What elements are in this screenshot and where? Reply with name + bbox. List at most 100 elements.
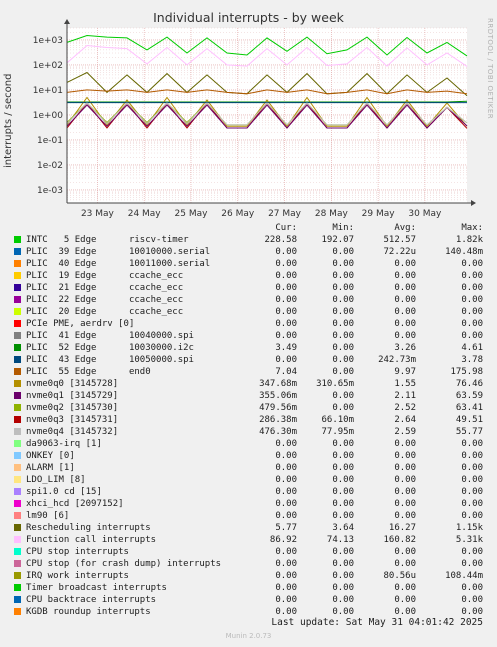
legend-min: 77.95m (321, 427, 354, 437)
legend-min: 74.13 (326, 535, 354, 545)
legend-swatch (14, 308, 21, 315)
legend-name: xhci_hcd [2097152] (26, 499, 124, 509)
legend-avg: 0.00 (394, 559, 416, 569)
legend-cur: 0.00 (275, 511, 297, 521)
legend-name: nvme0q1 [3145729] (26, 391, 119, 401)
legend-avg: 0.00 (394, 499, 416, 509)
legend-max: 0.00 (461, 475, 483, 485)
legend-min: 0.00 (332, 271, 354, 281)
legend-cur: 476.30m (259, 427, 297, 437)
legend-avg: 0.00 (394, 307, 416, 317)
legend-header-cur: Cur: (275, 223, 297, 233)
legend-cur: 0.00 (275, 463, 297, 473)
legend-swatch (14, 524, 21, 531)
legend-header-min: Min: (332, 223, 354, 233)
y-tick-label: 1e+02 (33, 61, 63, 71)
legend-avg: 0.00 (394, 295, 416, 305)
legend-min: 0.00 (332, 355, 354, 365)
legend-max: 0.00 (461, 307, 483, 317)
legend-cur: 0.00 (275, 571, 297, 581)
legend-name: nvme0q0 [3145728] (26, 379, 119, 389)
legend-swatch (14, 344, 21, 351)
legend-avg: 9.97 (394, 367, 416, 377)
legend-avg: 16.27 (388, 523, 416, 533)
legend-cur: 0.00 (275, 307, 297, 317)
legend-cur: 355.06m (259, 391, 297, 401)
legend-min: 0.00 (332, 247, 354, 257)
legend-min: 66.10m (321, 415, 354, 425)
legend-max: 4.61 (461, 343, 483, 353)
legend-name: PLIC 55 Edge end0 (26, 367, 151, 377)
legend-swatch (14, 536, 21, 543)
legend-min: 0.00 (332, 547, 354, 557)
legend-name: CPU stop (for crash dump) interrupts (26, 559, 222, 569)
legend-row: PLIC 43 Edge 10050000.spi 0.00 0.00 242.73m… (12, 354, 492, 366)
legend-swatch (14, 272, 21, 279)
legend-avg: 0.00 (394, 583, 416, 593)
legend-name: PLIC 41 Edge 10040000.spi (26, 331, 194, 341)
legend-row: nvme0q1 [3145729] 355.06m 0.00 2.11 63.59 (12, 390, 492, 402)
x-tick-label: 24 May (128, 209, 162, 219)
legend-cur: 86.92 (269, 535, 297, 545)
legend-row: IRQ work interrupts 0.00 0.00 80.56u 108.44m (12, 570, 492, 582)
legend-min: 310.65m (316, 379, 354, 389)
legend-min: 0.00 (332, 391, 354, 401)
y-tick-label: 1e-01 (37, 136, 63, 146)
legend-avg: 160.82 (383, 535, 416, 545)
legend-swatch (14, 236, 21, 243)
legend-min: 0.00 (332, 283, 354, 293)
legend-avg: 2.52 (394, 403, 416, 413)
legend-row: Function call interrupts 86.92 74.13 160.82… (12, 534, 492, 546)
legend-cur: 7.04 (275, 367, 297, 377)
legend-swatch (14, 296, 21, 303)
legend-name: nvme0q2 [3145730] (26, 403, 119, 413)
legend-header: Cur: Min: Avg: Max: (12, 222, 492, 234)
legend-min: 0.00 (332, 307, 354, 317)
legend-swatch (14, 356, 21, 363)
legend-avg: 0.00 (394, 271, 416, 281)
legend-min: 192.07 (321, 235, 354, 245)
legend-avg: 0.00 (394, 283, 416, 293)
legend-row: CPU stop interrupts 0.00 0.00 0.00 0.00 (12, 546, 492, 558)
legend-max: 0.00 (461, 331, 483, 341)
legend-min: 0.00 (332, 319, 354, 329)
legend-row: Timer broadcast interrupts 0.00 0.00 0.00 0.… (12, 582, 492, 594)
legend-min: 0.00 (332, 295, 354, 305)
legend-max: 0.00 (461, 439, 483, 449)
legend-cur: 286.38m (259, 415, 297, 425)
legend-min: 0.00 (332, 343, 354, 353)
legend-avg: 1.55 (394, 379, 416, 389)
legend-name: PLIC 19 Edge ccache_ecc (26, 271, 184, 281)
legend-avg: 0.00 (394, 331, 416, 341)
legend-max: 0.00 (461, 259, 483, 269)
legend-swatch (14, 548, 21, 555)
legend-min: 0.00 (332, 259, 354, 269)
legend-row: nvme0q4 [3145732] 476.30m 77.95m 2.59 55.77 (12, 426, 492, 438)
legend-name: INTC 5 Edge riscv-timer (26, 235, 189, 245)
legend-avg: 0.00 (394, 463, 416, 473)
legend-max: 0.00 (461, 451, 483, 461)
legend-avg: 0.00 (394, 487, 416, 497)
legend-min: 0.00 (332, 403, 354, 413)
legend-avg: 0.00 (394, 439, 416, 449)
legend-max: 0.00 (461, 487, 483, 497)
legend-row: PLIC 41 Edge 10040000.spi 0.00 0.00 0.00 0.0… (12, 330, 492, 342)
legend-row: xhci_hcd [2097152] 0.00 0.00 0.00 0.00 (12, 498, 492, 510)
legend-min: 0.00 (332, 511, 354, 521)
legend-max: 0.00 (461, 463, 483, 473)
legend-min: 0.00 (332, 475, 354, 485)
legend-name: IRQ work interrupts (26, 571, 129, 581)
x-tick-label: 26 May (221, 209, 255, 219)
legend-name: ALARM [1] (26, 463, 75, 473)
legend-min: 0.00 (332, 367, 354, 377)
legend-swatch (14, 368, 21, 375)
legend-max: 0.00 (461, 271, 483, 281)
legend-name: LDO_LIM [8] (26, 475, 86, 485)
legend-avg: 0.00 (394, 259, 416, 269)
legend-cur: 5.77 (275, 523, 297, 533)
legend-max: 63.41 (455, 403, 483, 413)
legend-row: CPU stop (for crash dump) interrupts 0.00… (12, 558, 492, 570)
legend-cur: 0.00 (275, 283, 297, 293)
legend-cur: 0.00 (275, 247, 297, 257)
x-tick-label: 30 May (408, 209, 442, 219)
